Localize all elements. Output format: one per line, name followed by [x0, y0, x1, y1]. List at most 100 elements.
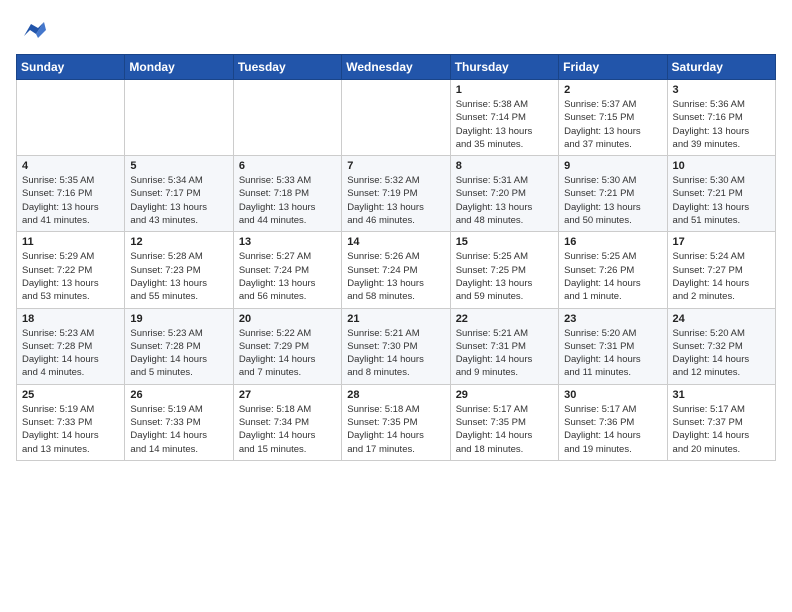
day-number: 8: [456, 160, 553, 172]
day-info: Sunrise: 5:28 AM Sunset: 7:23 PM Dayligh…: [130, 250, 227, 303]
day-number: 13: [239, 236, 336, 248]
day-number: 21: [347, 313, 444, 325]
calendar-week-1: 1 Sunrise: 5:38 AM Sunset: 7:14 PM Daylig…: [17, 80, 776, 156]
day-number: 28: [347, 389, 444, 401]
day-number: 19: [130, 313, 227, 325]
day-number: 18: [22, 313, 119, 325]
day-number: 12: [130, 236, 227, 248]
day-number: 4: [22, 160, 119, 172]
day-number: 30: [564, 389, 661, 401]
calendar-cell: [125, 80, 233, 156]
day-info: Sunrise: 5:38 AM Sunset: 7:14 PM Dayligh…: [456, 98, 553, 151]
weekday-header-friday: Friday: [559, 55, 667, 80]
calendar-cell: [342, 80, 450, 156]
day-info: Sunrise: 5:24 AM Sunset: 7:27 PM Dayligh…: [673, 250, 770, 303]
day-info: Sunrise: 5:18 AM Sunset: 7:35 PM Dayligh…: [347, 403, 444, 456]
day-number: 29: [456, 389, 553, 401]
day-number: 2: [564, 84, 661, 96]
calendar-cell: 4 Sunrise: 5:35 AM Sunset: 7:16 PM Daylig…: [17, 156, 125, 232]
day-info: Sunrise: 5:21 AM Sunset: 7:31 PM Dayligh…: [456, 327, 553, 380]
weekday-header-saturday: Saturday: [667, 55, 775, 80]
day-number: 15: [456, 236, 553, 248]
day-number: 23: [564, 313, 661, 325]
calendar-cell: 10 Sunrise: 5:30 AM Sunset: 7:21 PM Dayli…: [667, 156, 775, 232]
day-info: Sunrise: 5:36 AM Sunset: 7:16 PM Dayligh…: [673, 98, 770, 151]
day-number: 10: [673, 160, 770, 172]
calendar-cell: 14 Sunrise: 5:26 AM Sunset: 7:24 PM Dayli…: [342, 232, 450, 308]
day-info: Sunrise: 5:31 AM Sunset: 7:20 PM Dayligh…: [456, 174, 553, 227]
day-number: 24: [673, 313, 770, 325]
calendar-cell: 31 Sunrise: 5:17 AM Sunset: 7:37 PM Dayli…: [667, 384, 775, 460]
calendar-cell: 20 Sunrise: 5:22 AM Sunset: 7:29 PM Dayli…: [233, 308, 341, 384]
day-number: 11: [22, 236, 119, 248]
day-number: 17: [673, 236, 770, 248]
day-info: Sunrise: 5:20 AM Sunset: 7:32 PM Dayligh…: [673, 327, 770, 380]
calendar-cell: 17 Sunrise: 5:24 AM Sunset: 7:27 PM Dayli…: [667, 232, 775, 308]
logo: [16, 16, 50, 46]
calendar-cell: 5 Sunrise: 5:34 AM Sunset: 7:17 PM Daylig…: [125, 156, 233, 232]
day-number: 5: [130, 160, 227, 172]
day-number: 26: [130, 389, 227, 401]
calendar-cell: 30 Sunrise: 5:17 AM Sunset: 7:36 PM Dayli…: [559, 384, 667, 460]
calendar-cell: 24 Sunrise: 5:20 AM Sunset: 7:32 PM Dayli…: [667, 308, 775, 384]
calendar-cell: 28 Sunrise: 5:18 AM Sunset: 7:35 PM Dayli…: [342, 384, 450, 460]
calendar-week-4: 18 Sunrise: 5:23 AM Sunset: 7:28 PM Dayli…: [17, 308, 776, 384]
calendar-cell: 12 Sunrise: 5:28 AM Sunset: 7:23 PM Dayli…: [125, 232, 233, 308]
day-info: Sunrise: 5:23 AM Sunset: 7:28 PM Dayligh…: [130, 327, 227, 380]
weekday-header-wednesday: Wednesday: [342, 55, 450, 80]
page-header: [16, 16, 776, 46]
calendar-cell: 15Sunrise: 5:25 AM Sunset: 7:25 PM Dayli…: [450, 232, 558, 308]
calendar-cell: 6 Sunrise: 5:33 AM Sunset: 7:18 PM Daylig…: [233, 156, 341, 232]
day-number: 14: [347, 236, 444, 248]
day-number: 3: [673, 84, 770, 96]
calendar-cell: 13 Sunrise: 5:27 AM Sunset: 7:24 PM Dayli…: [233, 232, 341, 308]
day-number: 27: [239, 389, 336, 401]
calendar-table: SundayMondayTuesdayWednesdayThursdayFrid…: [16, 54, 776, 461]
calendar-cell: 9Sunrise: 5:30 AM Sunset: 7:21 PM Daylig…: [559, 156, 667, 232]
day-info: Sunrise: 5:37 AM Sunset: 7:15 PM Dayligh…: [564, 98, 661, 151]
weekday-header-tuesday: Tuesday: [233, 55, 341, 80]
day-number: 22: [456, 313, 553, 325]
day-info: Sunrise: 5:32 AM Sunset: 7:19 PM Dayligh…: [347, 174, 444, 227]
day-info: Sunrise: 5:20 AM Sunset: 7:31 PM Dayligh…: [564, 327, 661, 380]
day-number: 6: [239, 160, 336, 172]
calendar-cell: 19 Sunrise: 5:23 AM Sunset: 7:28 PM Dayli…: [125, 308, 233, 384]
day-info: Sunrise: 5:23 AM Sunset: 7:28 PM Dayligh…: [22, 327, 119, 380]
day-info: Sunrise: 5:27 AM Sunset: 7:24 PM Dayligh…: [239, 250, 336, 303]
calendar-cell: 23 Sunrise: 5:20 AM Sunset: 7:31 PM Dayli…: [559, 308, 667, 384]
day-info: Sunrise: 5:35 AM Sunset: 7:16 PM Dayligh…: [22, 174, 119, 227]
calendar-cell: 16Sunrise: 5:25 AM Sunset: 7:26 PM Dayli…: [559, 232, 667, 308]
day-number: 20: [239, 313, 336, 325]
weekday-header-monday: Monday: [125, 55, 233, 80]
calendar-week-2: 4 Sunrise: 5:35 AM Sunset: 7:16 PM Daylig…: [17, 156, 776, 232]
day-info: Sunrise: 5:17 AM Sunset: 7:36 PM Dayligh…: [564, 403, 661, 456]
day-info: Sunrise: 5:19 AM Sunset: 7:33 PM Dayligh…: [130, 403, 227, 456]
weekday-header-sunday: Sunday: [17, 55, 125, 80]
day-info: Sunrise: 5:17 AM Sunset: 7:37 PM Dayligh…: [673, 403, 770, 456]
day-info: Sunrise: 5:18 AM Sunset: 7:34 PM Dayligh…: [239, 403, 336, 456]
day-info: Sunrise: 5:30 AM Sunset: 7:21 PM Dayligh…: [564, 174, 661, 227]
day-info: Sunrise: 5:26 AM Sunset: 7:24 PM Dayligh…: [347, 250, 444, 303]
calendar-header-row: SundayMondayTuesdayWednesdayThursdayFrid…: [17, 55, 776, 80]
day-info: Sunrise: 5:19 AM Sunset: 7:33 PM Dayligh…: [22, 403, 119, 456]
calendar-cell: 11Sunrise: 5:29 AM Sunset: 7:22 PM Dayli…: [17, 232, 125, 308]
calendar-week-3: 11Sunrise: 5:29 AM Sunset: 7:22 PM Dayli…: [17, 232, 776, 308]
calendar-week-5: 25Sunrise: 5:19 AM Sunset: 7:33 PM Dayli…: [17, 384, 776, 460]
day-info: Sunrise: 5:33 AM Sunset: 7:18 PM Dayligh…: [239, 174, 336, 227]
calendar-cell: [233, 80, 341, 156]
calendar-cell: 22 Sunrise: 5:21 AM Sunset: 7:31 PM Dayli…: [450, 308, 558, 384]
calendar-cell: 3 Sunrise: 5:36 AM Sunset: 7:16 PM Daylig…: [667, 80, 775, 156]
calendar-cell: 7 Sunrise: 5:32 AM Sunset: 7:19 PM Daylig…: [342, 156, 450, 232]
day-number: 1: [456, 84, 553, 96]
calendar-cell: 2 Sunrise: 5:37 AM Sunset: 7:15 PM Daylig…: [559, 80, 667, 156]
day-info: Sunrise: 5:30 AM Sunset: 7:21 PM Dayligh…: [673, 174, 770, 227]
day-number: 31: [673, 389, 770, 401]
day-info: Sunrise: 5:34 AM Sunset: 7:17 PM Dayligh…: [130, 174, 227, 227]
calendar-cell: 1 Sunrise: 5:38 AM Sunset: 7:14 PM Daylig…: [450, 80, 558, 156]
calendar-cell: 18 Sunrise: 5:23 AM Sunset: 7:28 PM Dayli…: [17, 308, 125, 384]
calendar-cell: 26 Sunrise: 5:19 AM Sunset: 7:33 PM Dayli…: [125, 384, 233, 460]
day-info: Sunrise: 5:22 AM Sunset: 7:29 PM Dayligh…: [239, 327, 336, 380]
day-number: 7: [347, 160, 444, 172]
calendar-cell: 29Sunrise: 5:17 AM Sunset: 7:35 PM Dayli…: [450, 384, 558, 460]
weekday-header-thursday: Thursday: [450, 55, 558, 80]
